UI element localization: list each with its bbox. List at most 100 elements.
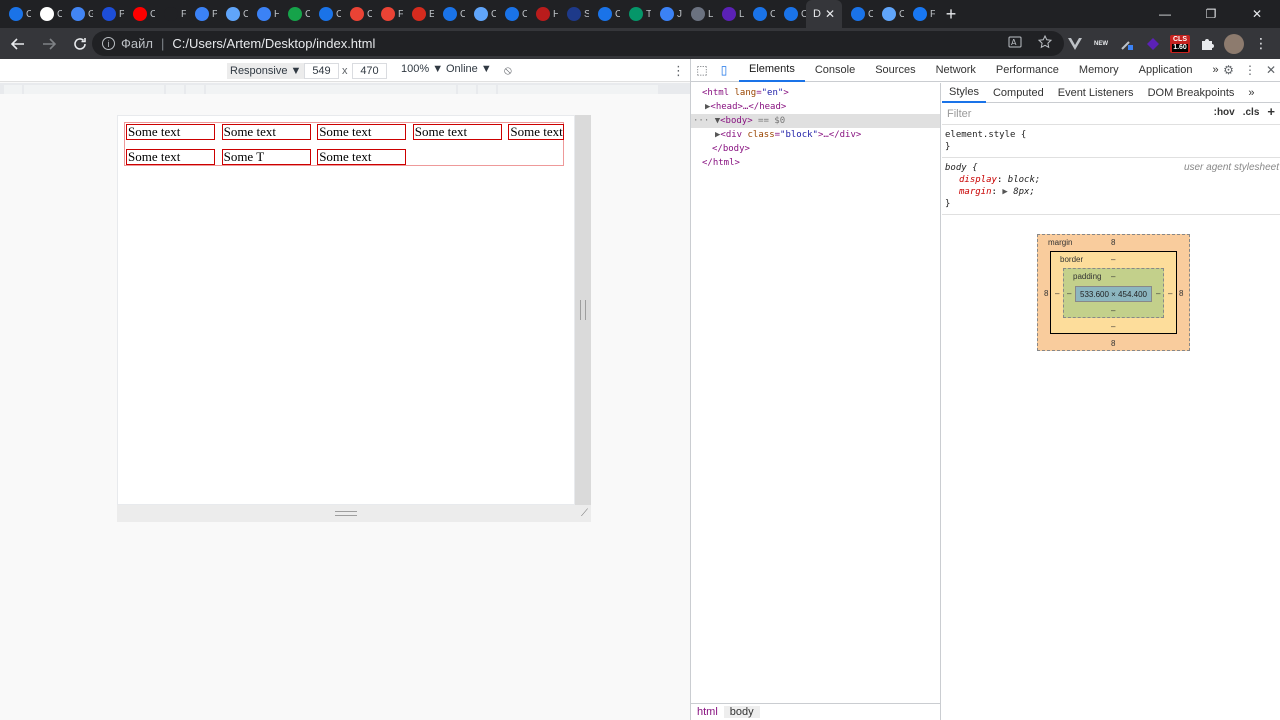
- tab[interactable]: S: [558, 0, 589, 28]
- cls-button[interactable]: .cls: [1243, 107, 1260, 119]
- close-devtools-icon[interactable]: ✕: [1266, 63, 1276, 77]
- tab[interactable]: F: [155, 0, 186, 28]
- device-mode-select[interactable]: Responsive ▼: [227, 63, 305, 79]
- tab[interactable]: C: [31, 0, 62, 28]
- tab[interactable]: C: [279, 0, 310, 28]
- devtools-menu-icon[interactable]: ⋮: [1244, 63, 1256, 77]
- browser-toolbar: i Файл | C:/Users/Artem/Desktop/index.ht…: [0, 28, 1280, 59]
- arrow-right-icon: [43, 37, 56, 50]
- reload-button[interactable]: [67, 31, 93, 57]
- viewport-height-input[interactable]: 470: [352, 63, 387, 79]
- add-rule-button[interactable]: +: [1267, 104, 1275, 119]
- dom-node-body-close[interactable]: </body>: [691, 142, 940, 156]
- media-query-ruler[interactable]: [0, 83, 690, 94]
- tab-memory[interactable]: Memory: [1069, 59, 1129, 82]
- maximize-button[interactable]: ❐: [1188, 0, 1234, 28]
- device-toggle-icon[interactable]: ▯: [713, 63, 735, 77]
- tab[interactable]: C: [0, 0, 31, 28]
- info-icon[interactable]: i: [102, 37, 115, 50]
- resize-corner-icon[interactable]: ⟋: [581, 508, 588, 519]
- vue-icon[interactable]: [1066, 35, 1084, 53]
- gem-icon[interactable]: [1144, 35, 1162, 53]
- minimize-button[interactable]: —: [1142, 0, 1188, 28]
- tab[interactable]: C: [775, 0, 806, 28]
- tab[interactable]: C: [842, 0, 873, 28]
- text-box: Some text: [126, 149, 215, 165]
- resize-handle-right[interactable]: [575, 115, 591, 505]
- tab-close-icon[interactable]: ✕: [825, 7, 835, 21]
- tab-console[interactable]: Console: [805, 59, 865, 82]
- chrome-icon: [443, 7, 457, 21]
- tab[interactable]: C: [496, 0, 527, 28]
- tab[interactable]: T: [620, 0, 651, 28]
- tab[interactable]: C: [873, 0, 904, 28]
- more-styles-tabs[interactable]: »: [1241, 83, 1261, 103]
- back-button[interactable]: [5, 31, 31, 57]
- viewport-width-input[interactable]: 549: [304, 63, 339, 79]
- element-style-rule[interactable]: element.style { }: [942, 125, 1280, 158]
- dom-node-html-close[interactable]: </html>: [691, 156, 940, 170]
- styles-filter[interactable]: Filter :hov .cls +: [942, 103, 1280, 125]
- menu-icon[interactable]: ⋮: [1252, 35, 1270, 53]
- tab-styles[interactable]: Styles: [942, 83, 986, 103]
- new-tab-button[interactable]: +: [937, 0, 965, 28]
- more-options-icon[interactable]: ⋮: [672, 63, 685, 79]
- tab[interactable]: C: [465, 0, 496, 28]
- forward-button[interactable]: [36, 31, 62, 57]
- zoom-select[interactable]: 100% ▼: [401, 63, 443, 75]
- tab[interactable]: L: [713, 0, 744, 28]
- tab[interactable]: C: [124, 0, 155, 28]
- dropper-icon[interactable]: [1118, 35, 1136, 53]
- close-window-button[interactable]: ✕: [1234, 0, 1280, 28]
- dom-node-html[interactable]: <html lang="en">: [691, 86, 940, 100]
- tab[interactable]: J: [651, 0, 682, 28]
- filter-input[interactable]: Filter: [947, 108, 971, 120]
- tab[interactable]: H: [248, 0, 279, 28]
- tab[interactable]: P: [93, 0, 124, 28]
- dom-node-body[interactable]: ··· ▼<body> == $0: [691, 114, 940, 128]
- cls-icon[interactable]: CLS 1.60: [1170, 34, 1190, 53]
- bird-icon: [102, 7, 116, 21]
- crumb-body[interactable]: body: [723, 706, 760, 718]
- new-badge-icon[interactable]: NEW: [1092, 35, 1110, 53]
- address-bar[interactable]: i Файл | C:/Users/Artem/Desktop/index.ht…: [92, 31, 1064, 56]
- box-model-diagram: margin 8 8 8 8 border – – – – padding – …: [1037, 234, 1190, 351]
- settings-icon[interactable]: ⚙: [1223, 63, 1234, 77]
- tab[interactable]: C: [310, 0, 341, 28]
- tab[interactable]: C: [434, 0, 465, 28]
- tab[interactable]: H: [527, 0, 558, 28]
- tab[interactable]: C: [217, 0, 248, 28]
- tab[interactable]: P: [186, 0, 217, 28]
- tab-performance[interactable]: Performance: [986, 59, 1069, 82]
- tab[interactable]: C: [744, 0, 775, 28]
- tab-sources[interactable]: Sources: [865, 59, 925, 82]
- tab[interactable]: C: [341, 0, 372, 28]
- tab-application[interactable]: Application: [1129, 59, 1203, 82]
- avatar[interactable]: [1224, 33, 1244, 54]
- tab-elements[interactable]: Elements: [739, 59, 805, 82]
- tab[interactable]: C: [589, 0, 620, 28]
- throttle-select[interactable]: Online ▼: [446, 63, 492, 75]
- translate-icon[interactable]: A: [1008, 35, 1022, 49]
- tab-active[interactable]: D ✕: [806, 0, 842, 28]
- tab[interactable]: L: [682, 0, 713, 28]
- tab[interactable]: F: [904, 0, 935, 28]
- rotate-icon[interactable]: ⦸: [504, 63, 512, 78]
- tab[interactable]: E: [403, 0, 434, 28]
- dom-node-div[interactable]: ▶<div class="block">…</div>: [691, 128, 940, 142]
- inspect-icon[interactable]: ⬚: [691, 63, 713, 77]
- crumb-html[interactable]: html: [691, 706, 724, 718]
- puzzle-icon[interactable]: [1198, 35, 1216, 53]
- tab-dom-breakpoints[interactable]: DOM Breakpoints: [1141, 83, 1242, 103]
- url-text[interactable]: C:/Users/Artem/Desktop/index.html: [172, 36, 375, 51]
- hov-button[interactable]: :hov: [1214, 107, 1235, 119]
- star-icon[interactable]: [1038, 35, 1052, 49]
- resize-handle-bottom[interactable]: ⟋: [117, 505, 591, 522]
- tab[interactable]: F: [372, 0, 403, 28]
- dom-node-head[interactable]: ▶<head>…</head>: [691, 100, 940, 114]
- body-rule[interactable]: body { user agent stylesheet display: bl…: [942, 158, 1280, 215]
- tab-computed[interactable]: Computed: [986, 83, 1051, 103]
- tab[interactable]: G: [62, 0, 93, 28]
- tab-event-listeners[interactable]: Event Listeners: [1051, 83, 1141, 103]
- tab-network[interactable]: Network: [926, 59, 986, 82]
